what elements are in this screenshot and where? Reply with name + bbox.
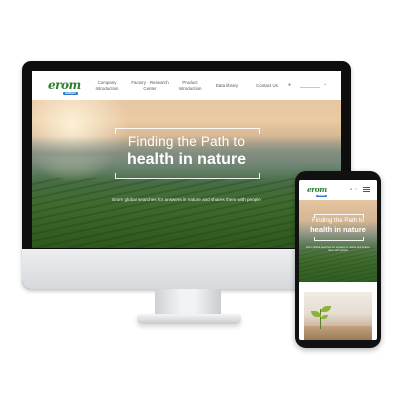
mobile-hero-tea-rows	[299, 248, 377, 282]
seedling-icon	[320, 309, 322, 329]
mobile-logo[interactable]: erom GREEN	[307, 186, 327, 197]
mobile-screen: erom GREEN ● ○ Finding the Path to healt…	[299, 180, 377, 340]
hero-title-line1: Finding the Path to	[127, 134, 246, 149]
seedling-soil	[304, 326, 372, 340]
site-header: erom GREEN Company Introduction Factory …	[32, 71, 341, 100]
seedling-leaf-small	[321, 315, 328, 319]
logo-wordmark: erom	[48, 78, 81, 92]
mobile-phone: erom GREEN ● ○ Finding the Path to healt…	[295, 171, 381, 348]
site-logo[interactable]: erom GREEN	[48, 79, 81, 95]
language-select[interactable]	[300, 83, 320, 88]
globe-icon[interactable]: ●	[288, 83, 291, 88]
mobile-logo-tag: GREEN	[316, 194, 328, 197]
mobile-hero-title-line2: health in nature	[310, 225, 366, 234]
seedling-leaf-right	[321, 306, 331, 312]
monitor-stand-neck	[155, 289, 221, 317]
hero-title-line2: health in nature	[126, 151, 247, 168]
mobile-logo-wordmark: erom	[307, 185, 327, 194]
mobile-hero-subtitle: Erom global searches for answers in natu…	[306, 246, 370, 253]
seedling-image	[304, 292, 372, 340]
nav-contact-us[interactable]: Contact Us	[242, 71, 292, 100]
chevron-down-icon[interactable]: ⌄	[323, 81, 327, 87]
mobile-hero-frame-bottom	[314, 237, 364, 241]
hero-frame-bottom	[115, 173, 260, 179]
mobile-header: erom GREEN ● ○	[299, 180, 377, 200]
globe-icon[interactable]: ●	[350, 187, 352, 192]
mobile-hero-title-line1: Finding the Path to	[312, 217, 364, 224]
search-icon[interactable]: ○	[355, 187, 357, 192]
hamburger-menu-icon[interactable]	[363, 187, 370, 193]
monitor-stand-foot	[137, 314, 241, 324]
logo-tag: GREEN	[63, 91, 78, 95]
mobile-hero-banner: Finding the Path to health in nature Ero…	[299, 200, 377, 282]
